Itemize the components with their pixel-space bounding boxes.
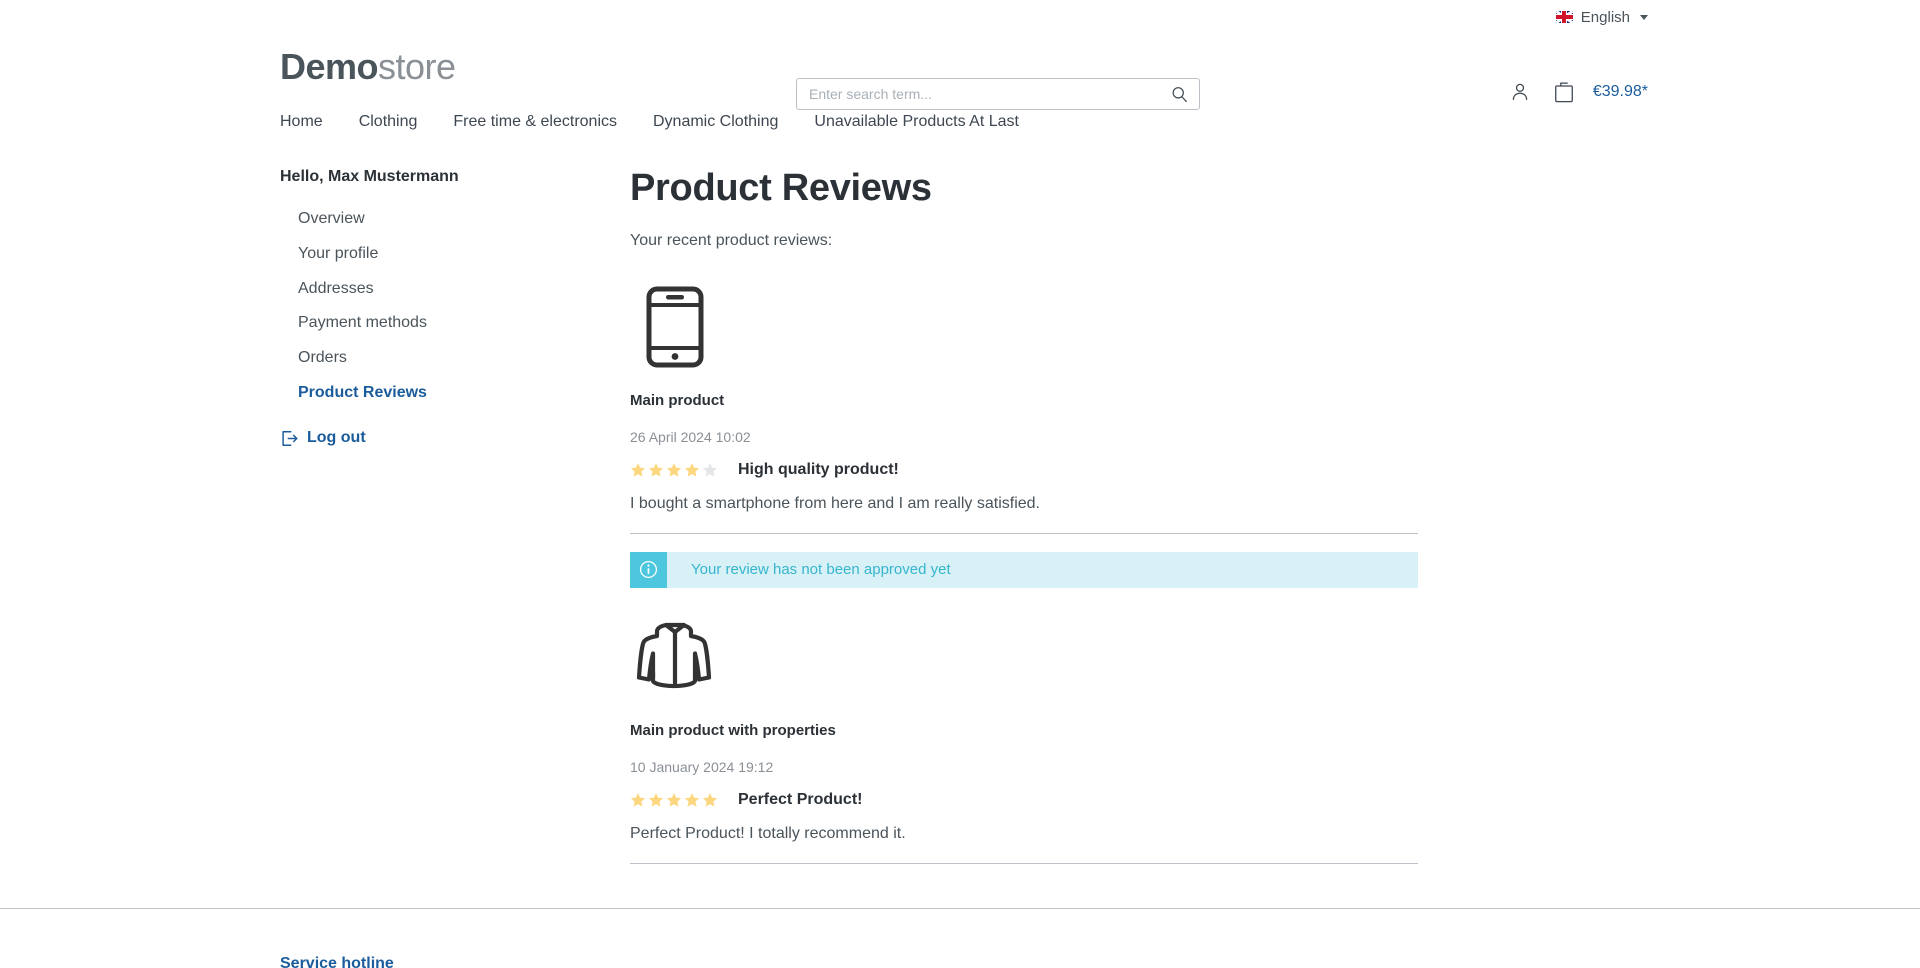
star-icon-empty [702, 462, 718, 477]
site-logo[interactable]: Demostore [280, 49, 456, 85]
search-icon [1172, 86, 1187, 102]
search-button[interactable] [1159, 79, 1199, 109]
logo-light-part: store [378, 46, 456, 87]
review-rating-row: Perfect Product! [630, 791, 1418, 809]
alert-message: Your review has not been approved yet [691, 561, 951, 579]
nav-item-free-time[interactable]: Free time & electronics [453, 114, 617, 130]
star-icon-filled [684, 792, 700, 807]
sidebar-item-product-reviews[interactable]: Product Reviews [280, 376, 630, 411]
search-input[interactable] [797, 79, 1159, 109]
page-root: English Demostore Enter search term... €… [0, 0, 1920, 968]
content-area: Hello, Max Mustermann Overview Your prof… [0, 144, 1920, 864]
page-subtitle: Your recent product reviews: [630, 231, 833, 249]
nav-item-unavailable[interactable]: Unavailable Products At Last [814, 114, 1019, 130]
review-item: Main product with properties 10 January … [630, 604, 1418, 864]
reviews-main: Product Reviews Your recent product revi… [630, 167, 1690, 864]
star-icon-filled [630, 792, 646, 807]
account-sidebar: Hello, Max Mustermann Overview Your prof… [280, 168, 630, 864]
footer-column-title-service-hotline[interactable]: Service hotline [280, 955, 394, 968]
site-footer: Service hotline [280, 955, 394, 968]
star-icon-filled [630, 462, 646, 477]
logout-link[interactable]: Log out [280, 429, 630, 448]
star-icon-filled [648, 792, 664, 807]
footer-divider [0, 908, 1920, 909]
sidebar-item-overview[interactable]: Overview [280, 202, 630, 237]
cart-button[interactable] [1553, 80, 1575, 104]
sidebar-item-addresses[interactable]: Addresses [280, 272, 630, 307]
account-menu: Overview Your profile Addresses Payment … [280, 202, 630, 411]
review-product-name[interactable]: Main product [630, 392, 1418, 409]
top-bar: English [0, 0, 1920, 34]
review-star-rating [630, 462, 718, 478]
sidebar-item-orders[interactable]: Orders [280, 341, 630, 376]
review-item: Main product 26 April 2024 10:02 High qu… [630, 274, 1418, 588]
account-button[interactable] [1509, 81, 1531, 103]
review-product-name[interactable]: Main product with properties [630, 722, 1418, 739]
info-icon [639, 561, 658, 579]
header-actions: €39.98* [1509, 80, 1648, 104]
review-star-rating [630, 792, 718, 808]
search-form [796, 78, 1200, 110]
sidebar-item-payment-methods[interactable]: Payment methods [280, 306, 630, 341]
language-switcher[interactable]: English [1555, 8, 1648, 26]
star-icon-filled [684, 462, 700, 477]
review-body-text: Perfect Product! I totally recommend it. [630, 825, 1418, 864]
user-greeting: Hello, Max Mustermann [280, 168, 459, 185]
uk-flag-icon [1555, 11, 1573, 23]
nav-item-home[interactable]: Home [280, 114, 323, 130]
review-headline: High quality product! [738, 460, 899, 478]
star-icon-filled [666, 792, 682, 807]
user-icon [1512, 83, 1528, 100]
language-label: English [1580, 8, 1630, 26]
review-status-alert: Your review has not been approved yet [630, 551, 1418, 588]
review-headline: Perfect Product! [738, 790, 863, 808]
review-date: 10 January 2024 19:12 [630, 758, 774, 775]
shopping-bag-icon [1554, 82, 1573, 103]
smartphone-icon [646, 286, 704, 368]
sidebar-item-your-profile[interactable]: Your profile [280, 237, 630, 272]
review-product-image[interactable] [630, 274, 720, 380]
review-rating-row: High quality product! [630, 461, 1418, 479]
site-header: Demostore Enter search term... €39.98* [0, 34, 1920, 110]
star-icon-filled [648, 462, 664, 477]
jacket-icon [636, 622, 712, 688]
review-product-image[interactable] [630, 604, 720, 710]
search-container [796, 78, 1200, 110]
page-title: Product Reviews [630, 167, 932, 209]
cart-total-amount[interactable]: €39.98* [1593, 83, 1648, 101]
alert-icon-container [630, 551, 667, 588]
chevron-down-icon [1640, 14, 1648, 20]
review-body-text: I bought a smartphone from here and I am… [630, 495, 1418, 534]
star-icon-filled [702, 792, 718, 807]
logout-icon [282, 430, 298, 446]
logo-bold-part: Demo [280, 46, 379, 87]
nav-item-clothing[interactable]: Clothing [359, 114, 418, 130]
review-date: 26 April 2024 10:02 [630, 428, 751, 445]
star-icon-filled [666, 462, 682, 477]
nav-item-dynamic[interactable]: Dynamic Clothing [653, 114, 778, 130]
logout-label: Log out [307, 429, 366, 447]
